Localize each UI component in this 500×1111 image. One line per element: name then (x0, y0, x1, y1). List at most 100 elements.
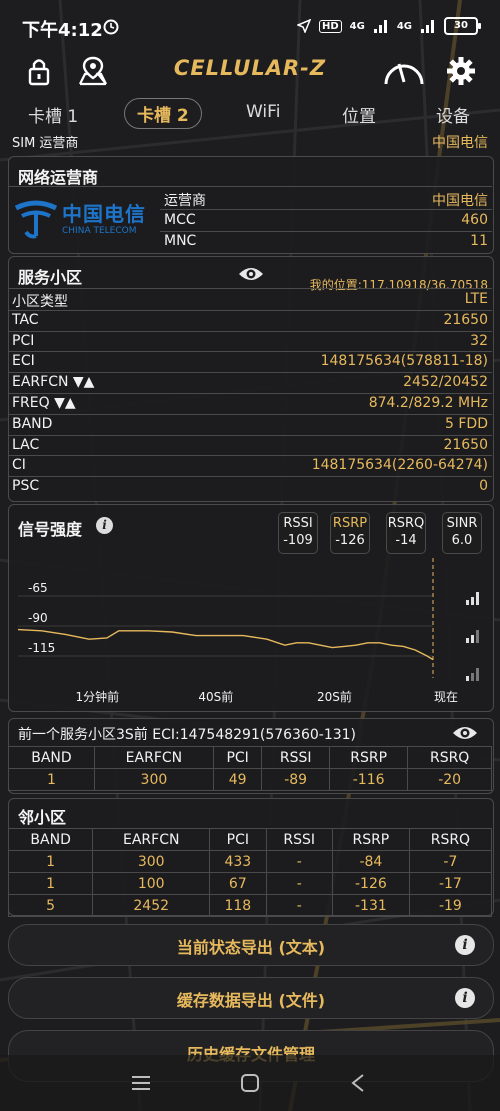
divider (8, 393, 492, 394)
divider (160, 231, 492, 232)
table-cell: -126 (331, 872, 410, 895)
table-cell: -89 (261, 768, 330, 791)
serving-cell-key: BAND (12, 415, 53, 432)
rssi-value: -109 (283, 533, 313, 548)
table-header-cell: EARFCN (93, 746, 214, 769)
table-cell: 2452 (92, 894, 211, 917)
table-cell: 1 (8, 768, 95, 791)
tab-device[interactable]: 设备 (436, 102, 470, 127)
menu-icon[interactable] (131, 1075, 151, 1091)
divider (8, 413, 492, 415)
back-icon[interactable] (350, 1073, 366, 1093)
sim-operator-label: SIM 运营商 (12, 136, 79, 151)
signal-level-mid-icon (466, 630, 479, 643)
eye-icon[interactable] (238, 265, 264, 283)
divider (160, 209, 492, 210)
serving-cell-key: ECI (12, 353, 35, 370)
rsrp-box[interactable]: RSRP -126 (330, 512, 370, 554)
status-icons: HD 4G 4G 30 (296, 17, 481, 35)
table-header-cell: RSRQ (408, 828, 493, 851)
serving-cell-value: 148175634(578811-18) (320, 353, 488, 370)
signal-title: 信号强度 (18, 520, 83, 539)
rssi-box[interactable]: RSSI -109 (278, 512, 318, 554)
info-icon[interactable]: i (455, 988, 475, 1008)
signal-level-icons (466, 592, 479, 681)
serving-cell-key: LAC (12, 436, 40, 453)
table-cell: -84 (331, 850, 410, 873)
table-row: 5 2452 118- -131 -19 (7, 894, 493, 917)
chart-xtick-label: 40S前 (198, 689, 233, 704)
network-4g-1: 4G (349, 20, 365, 32)
table-header-cell: PCI (209, 828, 267, 851)
table-cell: 49 (212, 768, 263, 791)
tab-slot-2[interactable]: 卡槽 2 (124, 98, 202, 129)
table-header-row: BAND EARFCN PCI RSSI RSRP RSRQ (7, 828, 493, 851)
rsrq-box[interactable]: RSRQ -14 (386, 512, 426, 554)
network-4g-2: 4G (396, 20, 412, 32)
chart-ytick-label: -65 (28, 581, 48, 595)
table-header-cell: PCI (212, 746, 263, 769)
tab-wifi[interactable]: WiFi (246, 102, 280, 122)
serving-cell-value: 32 (470, 332, 488, 349)
table-header-cell: RSRP (331, 828, 410, 851)
table-cell: 118 (209, 894, 267, 917)
operator-row-key: 运营商 (164, 193, 206, 209)
lock-icon[interactable] (22, 54, 56, 88)
table-cell: 1 (7, 872, 94, 895)
table-header-cell: BAND (7, 828, 94, 851)
neighbor-cells-table: BAND EARFCN PCI RSSI RSRP RSRQ 1 300 433- -84 -7 1 1… (7, 828, 493, 917)
signal-bars-icon-2 (421, 20, 434, 33)
rssi-label: RSSI (283, 516, 313, 531)
signal-level-low-icon (466, 668, 479, 681)
table-header-cell: RSRP (328, 746, 409, 769)
table-cell: 433 (209, 850, 267, 873)
gear-icon[interactable] (444, 54, 478, 88)
operator-title: 网络运营商 (18, 168, 99, 187)
info-icon[interactable]: i (455, 935, 475, 955)
tab-location[interactable]: 位置 (342, 102, 376, 127)
home-icon[interactable] (240, 1073, 260, 1093)
serving-cell-value: 2452/20452 (403, 374, 488, 391)
serving-cell-value: 5 FDD (445, 415, 488, 432)
serving-cell-value: 21650 (443, 436, 488, 453)
eye-icon-previous[interactable] (452, 724, 478, 742)
signal-chart: -65 -90 -115 1分钟前 40S前 20S前 现在 (17, 558, 479, 704)
table-cell: 300 (92, 850, 211, 873)
map-pin-icon[interactable] (76, 54, 110, 88)
system-nav-bar (0, 1055, 500, 1111)
sinr-box[interactable]: SINR 6.0 (442, 512, 482, 554)
table-cell: -7 (408, 850, 493, 873)
operator-row-value: 中国电信 (432, 193, 488, 209)
telecom-logo-cn: 中国电信 (62, 202, 146, 226)
divider (8, 330, 492, 332)
tab-slot-1[interactable]: 卡槽 1 (28, 102, 78, 127)
previous-cell-title: 前一个服务小区3S前 ECI:147548291(576360-131) (18, 727, 357, 743)
serving-cell-key: PCI (12, 332, 35, 349)
rsrq-value: -14 (395, 533, 417, 548)
table-cell: - (265, 850, 333, 873)
rsrq-label: RSRQ (387, 516, 425, 531)
signal-bars-icon (373, 20, 387, 33)
table-cell: 1 (7, 850, 94, 873)
export-status-text-button[interactable]: 当前状态导出 (文本) i (8, 924, 494, 966)
serving-cell-key: 小区类型 (12, 294, 68, 310)
divider (8, 455, 492, 457)
table-cell: 67 (209, 872, 267, 895)
sim-operator-value: 中国电信 (432, 135, 488, 151)
serving-cell-value: LTE (464, 291, 488, 307)
serving-cell-key: FREQ ▼▲ (12, 395, 76, 411)
export-cache-file-button[interactable]: 缓存数据导出 (文件) i (8, 977, 494, 1019)
my-location-text: 我的位置:117.10918/36.70518 (309, 278, 488, 292)
chart-xtick-label: 现在 (434, 690, 458, 704)
serving-cell-value: 21650 (443, 311, 488, 328)
mcc-value: 460 (461, 212, 488, 228)
table-cell: -19 (408, 894, 493, 917)
table-cell: 300 (93, 768, 214, 791)
divider (8, 309, 492, 311)
chart-xtick-label: 20S前 (317, 689, 352, 704)
info-icon[interactable]: i (96, 517, 113, 534)
table-cell: -20 (407, 768, 492, 791)
speedometer-icon[interactable] (382, 54, 426, 88)
signal-level-high-icon (466, 592, 479, 605)
mnc-label: MNC (164, 233, 197, 249)
